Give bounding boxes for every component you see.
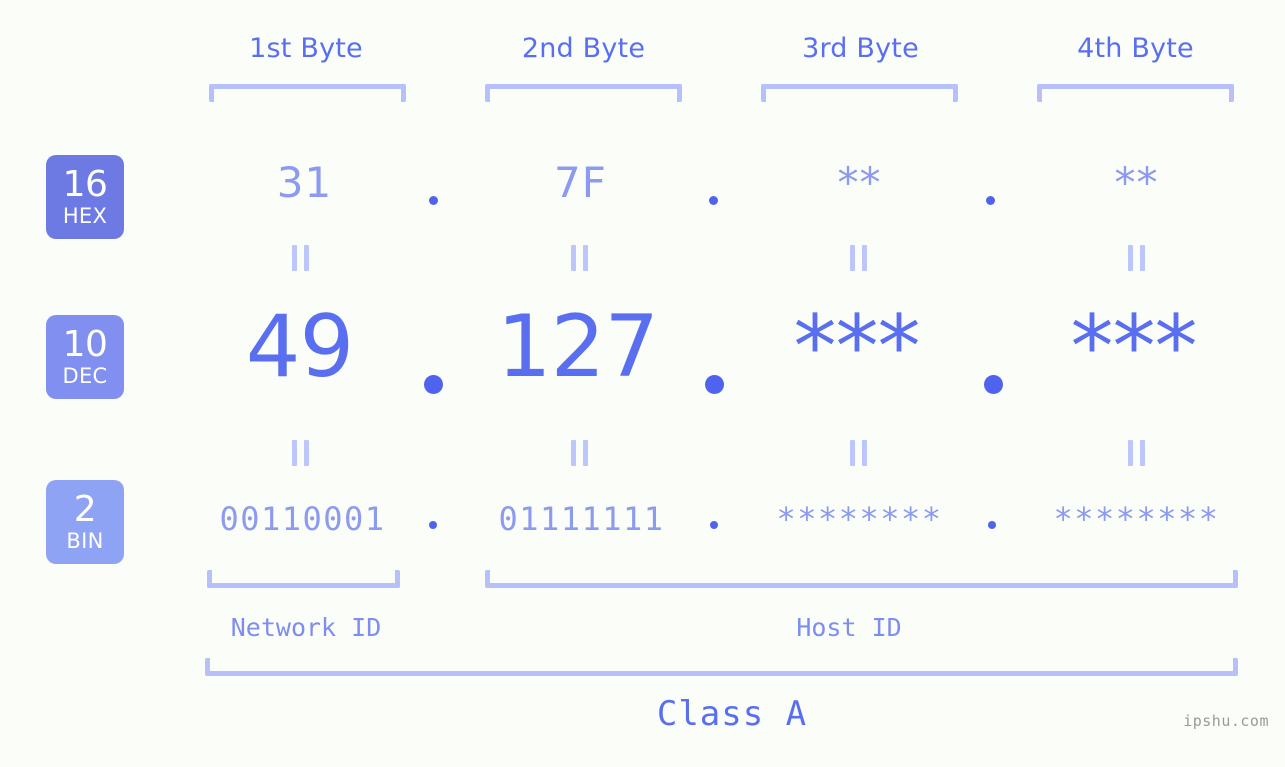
equals-hex-dec-3 [850,245,867,271]
network-id-bracket [207,570,400,588]
base-badge-hex-number: 16 [62,164,108,205]
byte-header-1: 1st Byte [249,33,363,64]
bin-separator-dot-3 [988,521,996,529]
bin-byte-4-value: ******** [1053,500,1220,538]
base-badge-bin-name: BIN [66,529,104,553]
hex-byte-4-value: ** [1114,158,1159,207]
class-bracket [205,658,1238,676]
ip-address-breakdown-diagram: 1st Byte 2nd Byte 3rd Byte 4th Byte 16 H… [0,0,1285,767]
byte-header-2: 2nd Byte [521,33,646,64]
dec-separator-dot-1 [424,375,443,394]
dec-byte-2-value: 127 [496,297,659,397]
base-badge-bin: 2 BIN [46,480,124,564]
hex-separator-dot-1 [429,196,438,205]
byte-header-4: 4th Byte [1077,33,1194,64]
base-badge-dec: 10 DEC [46,315,124,399]
host-id-bracket [485,570,1238,588]
equals-dec-bin-1 [292,440,309,466]
byte-bracket-4 [1037,84,1234,102]
equals-dec-bin-2 [571,440,588,466]
bin-separator-dot-1 [429,521,437,529]
equals-hex-dec-2 [571,245,588,271]
dec-byte-3-value: *** [793,297,921,397]
hex-byte-3-value: ** [837,158,882,207]
hex-byte-1-value: 31 [276,158,333,207]
watermark: ipshu.com [1183,712,1269,730]
equals-hex-dec-4 [1128,245,1145,271]
base-badge-dec-name: DEC [62,364,108,388]
bin-byte-2-value: 01111111 [498,500,665,538]
byte-bracket-2 [485,84,682,102]
equals-dec-bin-3 [850,440,867,466]
dec-separator-dot-2 [705,375,724,394]
base-badge-hex: 16 HEX [46,155,124,239]
class-label: Class A [656,694,808,734]
hex-byte-2-value: 7F [554,158,607,207]
bin-byte-3-value: ******** [776,500,943,538]
hex-separator-dot-3 [986,196,995,205]
equals-hex-dec-1 [292,245,309,271]
base-badge-bin-number: 2 [73,489,97,530]
dec-byte-4-value: *** [1070,297,1198,397]
hex-separator-dot-2 [709,196,718,205]
dec-separator-dot-3 [984,375,1003,394]
bin-byte-1-value: 00110001 [219,500,386,538]
base-badge-dec-number: 10 [62,324,108,365]
equals-dec-bin-4 [1128,440,1145,466]
byte-header-3: 3rd Byte [802,33,919,64]
base-badge-hex-name: HEX [62,204,108,228]
byte-bracket-1 [209,84,406,102]
byte-bracket-3 [761,84,958,102]
network-id-label: Network ID [230,613,382,642]
host-id-label: Host ID [796,613,902,642]
bin-separator-dot-2 [710,521,718,529]
dec-byte-1-value: 49 [245,297,354,397]
